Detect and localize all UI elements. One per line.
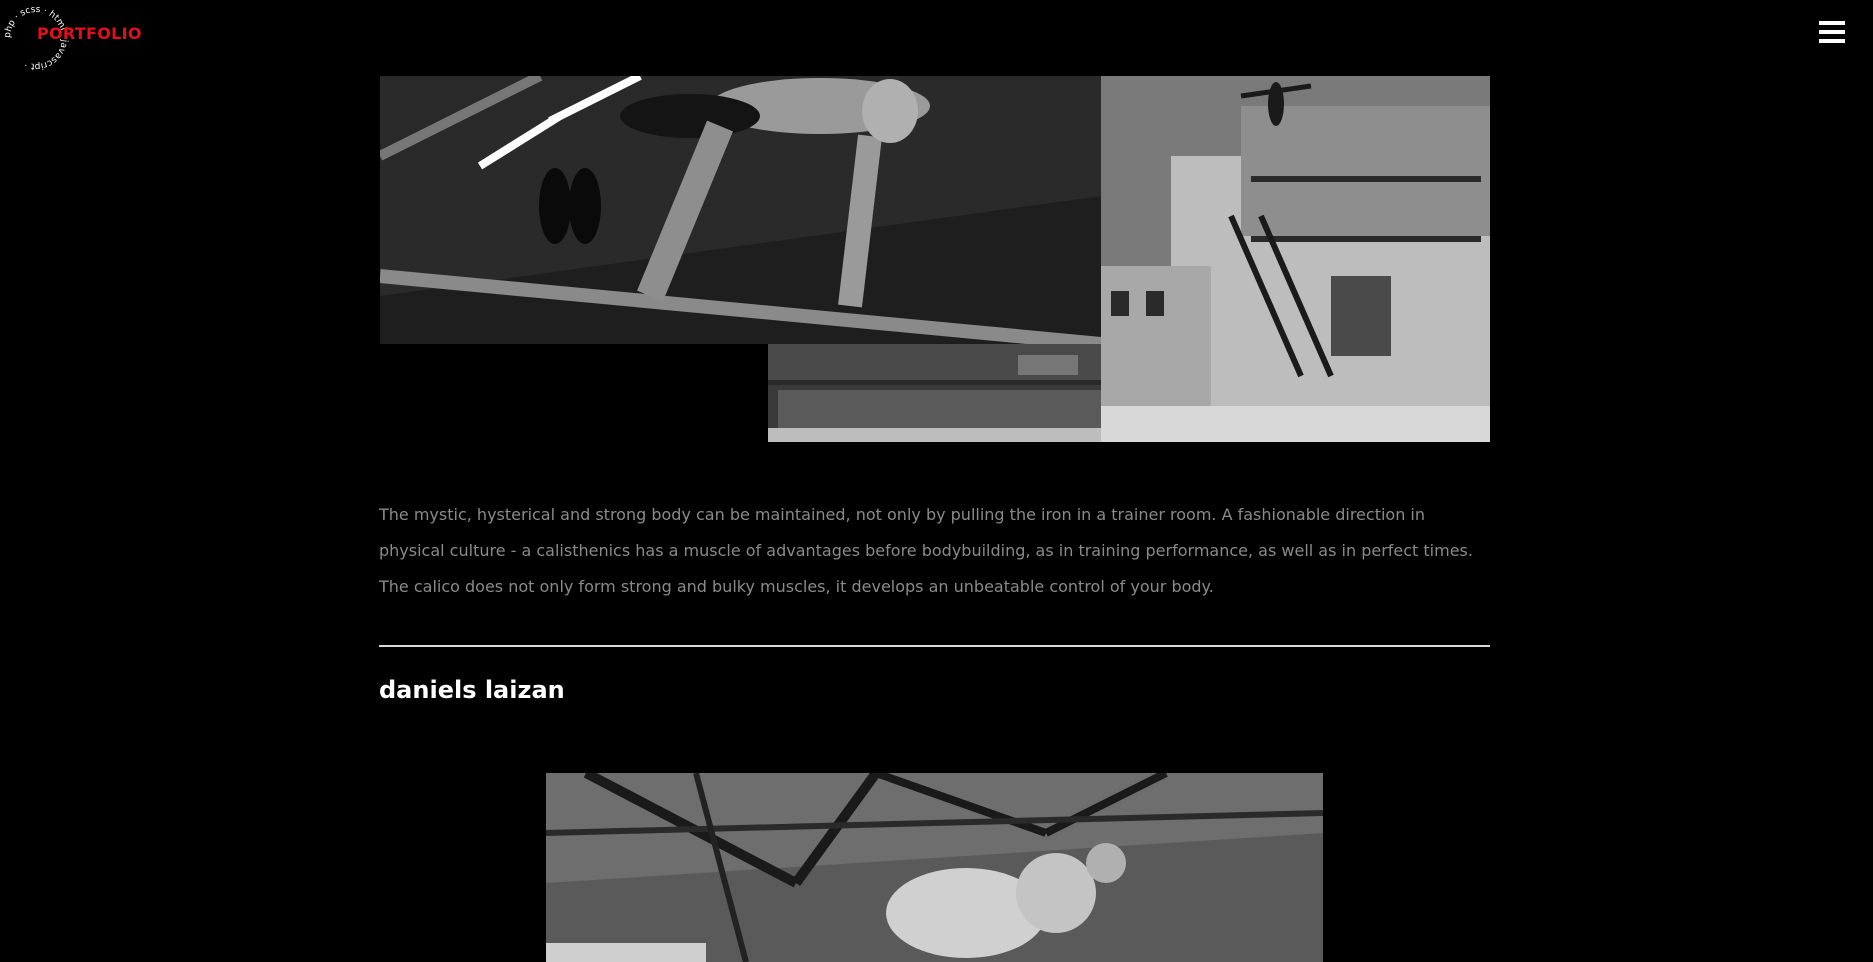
calisthenics-bar-photo [380, 76, 1101, 344]
menu-button[interactable] [1818, 18, 1846, 46]
gym-ceiling-photo [546, 773, 1323, 962]
author-name: daniels laizan [379, 676, 565, 704]
hamburger-menu-icon [1819, 21, 1845, 43]
logo-label: PORTFOLIO [37, 24, 142, 43]
section-divider [379, 645, 1490, 647]
building-handstand-photo [1101, 76, 1490, 442]
article-description: The mystic, hysterical and strong body c… [379, 505, 1473, 596]
portfolio-logo[interactable]: php · scss · html · javascript · PORTFOL… [0, 0, 142, 71]
